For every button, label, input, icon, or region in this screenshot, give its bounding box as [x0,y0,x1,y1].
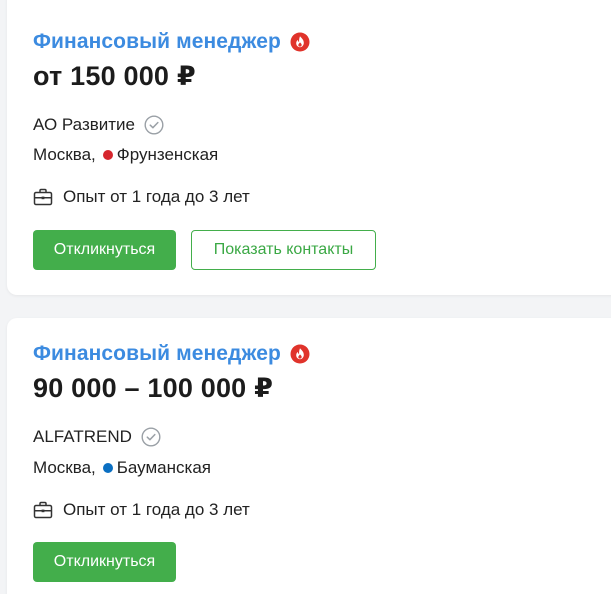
card-actions: Откликнуться Показать контакты [33,230,376,270]
salary: 90 000 – 100 000 ₽ [33,373,274,403]
metro-station: Бауманская [116,458,211,477]
briefcase-icon [33,501,53,519]
location-row: Москва, Бауманская [33,457,211,479]
vacancy-card: Финансовый менеджер от 150 000 ₽ АО Разв… [7,0,611,295]
location-row: Москва, Фрунзенская [33,144,218,166]
city: Москва, [33,145,96,164]
metro-station: Фрунзенская [116,145,219,164]
fire-icon [290,344,310,364]
show-contacts-button[interactable]: Показать контакты [191,230,376,270]
company-row: ALFATREND [33,426,161,448]
respond-button[interactable]: Откликнуться [33,542,176,582]
experience-row: Опыт от 1 года до 3 лет [33,499,250,521]
vacancy-card: Финансовый менеджер 90 000 – 100 000 ₽ A… [7,318,611,594]
vacancy-title-link[interactable]: Финансовый менеджер [33,30,281,54]
fire-icon [290,32,310,52]
metro-line-dot [102,463,113,473]
company-name[interactable]: ALFATREND [33,427,132,447]
briefcase-icon [33,188,53,206]
vacancy-title-row: Финансовый менеджер [33,341,310,367]
company-name[interactable]: АО Развитие [33,115,135,135]
experience-row: Опыт от 1 года до 3 лет [33,186,250,208]
check-circle-icon [144,115,164,135]
experience-text: Опыт от 1 года до 3 лет [63,500,250,519]
vacancy-title-row: Финансовый менеджер [33,29,310,55]
card-actions: Откликнуться [33,542,176,582]
vacancy-title-link[interactable]: Финансовый менеджер [33,342,281,366]
company-row: АО Развитие [33,114,164,136]
city: Москва, [33,458,96,477]
respond-button[interactable]: Откликнуться [33,230,176,270]
vacancy-list: Финансовый менеджер от 150 000 ₽ АО Разв… [0,0,611,594]
experience-text: Опыт от 1 года до 3 лет [63,187,250,206]
metro-line-dot [102,150,113,160]
salary: от 150 000 ₽ [33,61,196,91]
check-circle-icon [141,427,161,447]
